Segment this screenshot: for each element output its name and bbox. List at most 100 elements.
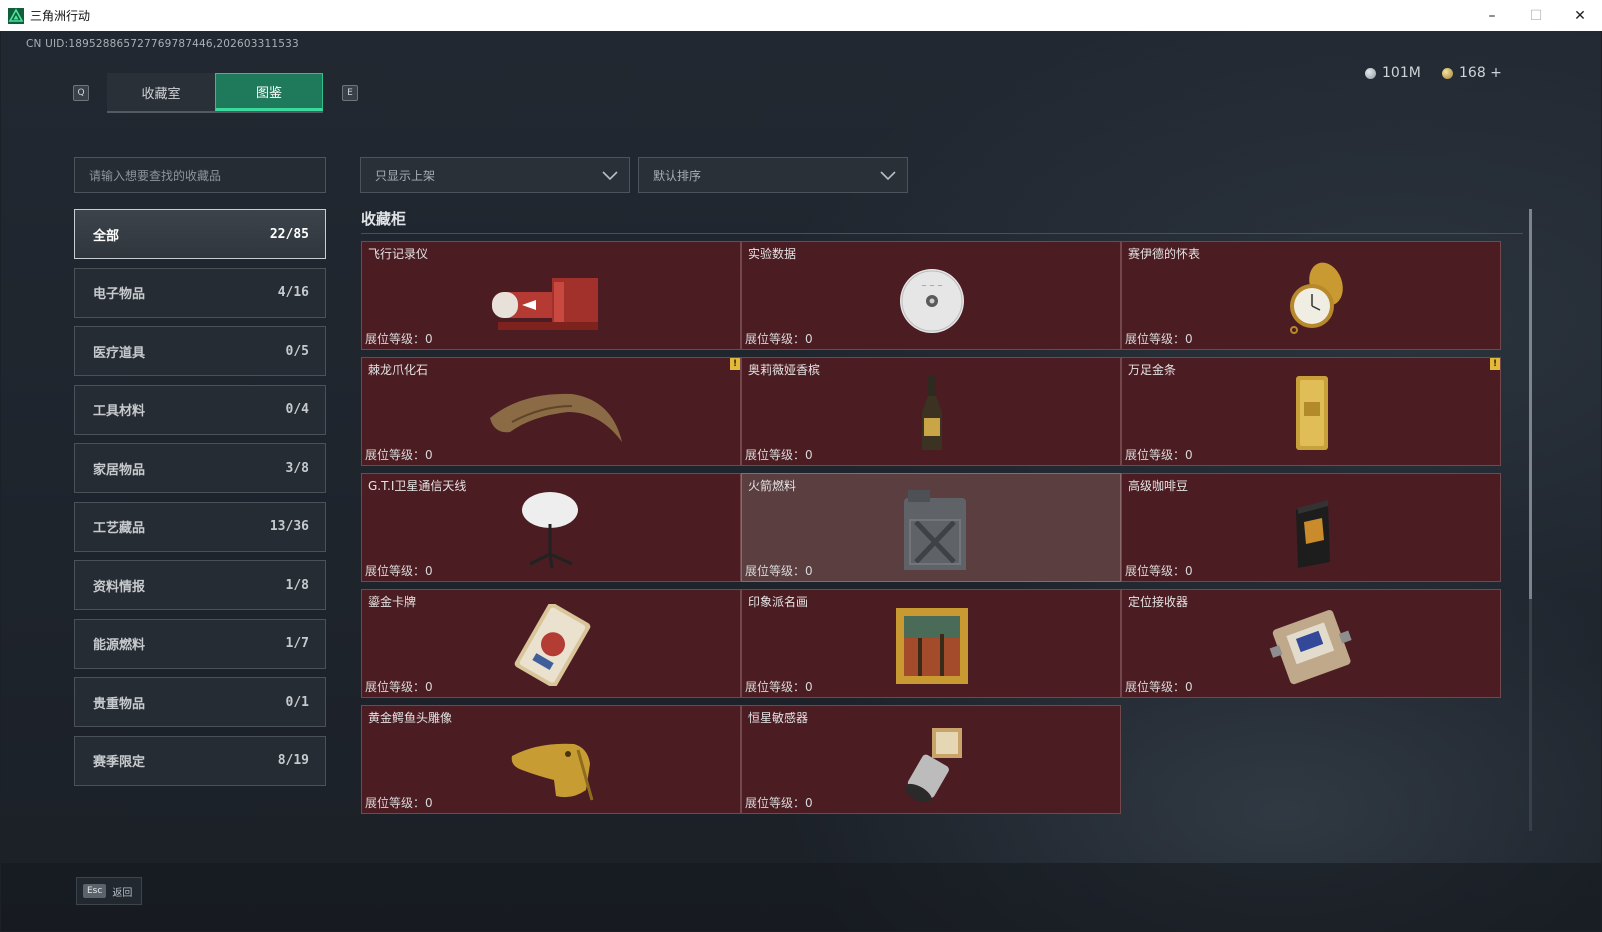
- item-name: 定位接收器: [1128, 595, 1189, 609]
- app-logo-icon: [8, 7, 24, 24]
- gold-coin-icon: [1442, 67, 1453, 79]
- gold-currency[interactable]: 168 +: [1442, 65, 1502, 81]
- booth-level: 展位等级：0: [745, 680, 813, 694]
- gold-amount: 168 +: [1459, 65, 1502, 81]
- window-titlebar: 三角洲行动 – ☐ ✕: [0, 0, 1602, 31]
- booth-level: 展位等级：0: [365, 680, 433, 694]
- flight-recorder-icon: [492, 278, 598, 330]
- item-card[interactable]: 飞行记录仪 展位等级：0: [361, 241, 741, 350]
- item-card[interactable]: 实验数据 ~ ~ ~ 展位等级：0: [741, 241, 1121, 350]
- back-button[interactable]: Esc 返回: [76, 877, 142, 905]
- booth-level: 展位等级：0: [1125, 332, 1193, 346]
- item-card[interactable]: 高级咖啡豆 展位等级：0: [1121, 473, 1501, 582]
- item-name: 恒星敏感器: [748, 711, 809, 725]
- item-name: G.T.I卫星通信天线: [368, 479, 467, 493]
- item-name: 黄金鳄鱼头雕像: [368, 711, 453, 725]
- booth-level: 展位等级：0: [745, 796, 813, 810]
- satellite-antenna-icon: [522, 492, 578, 569]
- booth-level: 展位等级：0: [745, 448, 813, 462]
- display-filter-value: 只显示上架: [375, 168, 436, 183]
- booth-level: 展位等级：0: [365, 796, 433, 810]
- item-name: 高级咖啡豆: [1128, 479, 1189, 493]
- category-energy[interactable]: 能源燃料 1/7: [74, 618, 326, 669]
- item-name: 棘龙爪化石: [368, 363, 429, 377]
- booth-level: 展位等级：0: [745, 332, 813, 346]
- category-label: 贵重物品: [93, 696, 146, 712]
- category-crafts[interactable]: 工艺藏品 13/36: [74, 501, 326, 552]
- category-tools[interactable]: 工具材料 0/4: [74, 384, 326, 435]
- category-count: 4/16: [277, 285, 309, 300]
- grid-scrollbar[interactable]: [1529, 209, 1532, 831]
- category-count: 1/8: [285, 577, 309, 593]
- tab-prev-key-hint[interactable]: Q: [73, 85, 89, 101]
- item-name: 飞行记录仪: [368, 247, 429, 261]
- minimize-button[interactable]: –: [1470, 0, 1514, 31]
- category-season[interactable]: 赛季限定 8/19: [74, 735, 326, 786]
- category-label: 家居物品: [93, 462, 146, 478]
- alert-badge: !: [730, 358, 740, 370]
- tab-next-key-hint[interactable]: E: [342, 85, 358, 101]
- category-count: 1/7: [285, 636, 309, 651]
- item-name: 赛伊德的怀表: [1128, 247, 1201, 261]
- disc-icon: ~ ~ ~: [900, 269, 964, 333]
- category-count: 22/85: [269, 226, 309, 242]
- item-card[interactable]: 印象派名画 展位等级：0: [741, 589, 1121, 698]
- category-all[interactable]: 全部 22/85: [74, 209, 326, 259]
- category-household[interactable]: 家居物品 3/8: [74, 443, 326, 493]
- item-card[interactable]: 赛伊德的怀表 展位等级：0: [1121, 241, 1501, 350]
- category-label: 赛季限定: [93, 755, 146, 770]
- receiver-icon: [1269, 609, 1352, 685]
- display-filter-dropdown[interactable]: 只显示上架: [360, 157, 630, 193]
- painting-icon: [896, 608, 968, 684]
- category-intel[interactable]: 资料情报 1/8: [74, 560, 326, 610]
- category-label: 能源燃料: [93, 638, 146, 653]
- item-card[interactable]: 万足金条 ! 展位等级：0: [1121, 357, 1501, 466]
- item-name: 印象派名画: [748, 595, 809, 609]
- uid-text: CN UID:1895288657277697874​46,2026033115…: [26, 38, 299, 50]
- item-card[interactable]: 火箭燃料 展位等级：0: [741, 473, 1121, 582]
- tab-bar: 收藏室 图鉴: [107, 73, 323, 113]
- window-title: 三角洲行动: [30, 9, 91, 23]
- close-button[interactable]: ✕: [1558, 0, 1602, 31]
- category-valuables[interactable]: 贵重物品 0/1: [74, 677, 326, 727]
- chevron-down-icon: [602, 171, 618, 181]
- category-label: 医疗道具: [93, 345, 146, 361]
- booth-level: 展位等级：0: [745, 564, 813, 578]
- croc-statue-icon: [511, 743, 594, 801]
- item-name: 鎏金卡牌: [368, 595, 417, 609]
- booth-level: 展位等级：0: [1125, 564, 1193, 578]
- item-card[interactable]: 恒星敏感器 展位等级：0: [741, 705, 1121, 814]
- back-label: 返回: [112, 887, 133, 899]
- category-label: 电子物品: [93, 287, 146, 302]
- svg-text:~ ~ ~: ~ ~ ~: [921, 282, 943, 290]
- champagne-icon: [922, 376, 942, 450]
- item-name: 火箭燃料: [748, 479, 797, 493]
- claw-fossil-icon: [490, 393, 622, 442]
- category-label: 工具材料: [93, 404, 146, 419]
- sort-value: 默认排序: [653, 168, 702, 183]
- maximize-button[interactable]: ☐: [1514, 0, 1558, 31]
- item-card[interactable]: 定位接收器 展位等级：0: [1121, 589, 1501, 698]
- item-card[interactable]: 鎏金卡牌 展位等级：0: [361, 589, 741, 698]
- star-sensor-icon: [904, 728, 962, 802]
- item-card[interactable]: 棘龙爪化石 ! 展位等级：0: [361, 357, 741, 466]
- search-input[interactable]: 请输入想要查找的收藏品: [74, 157, 326, 193]
- game-area: CN UID:1895288657277697874​46,2026033115…: [1, 31, 1601, 931]
- item-name: 奥莉薇娅香槟: [748, 363, 821, 377]
- category-medical[interactable]: 医疗道具 0/5: [74, 326, 326, 376]
- tab-collection-room[interactable]: 收藏室: [107, 73, 215, 111]
- booth-level: 展位等级：0: [365, 332, 433, 346]
- booth-level: 展位等级：0: [365, 564, 433, 578]
- category-electronics[interactable]: 电子物品 4/16: [74, 267, 326, 318]
- category-count: 0/5: [285, 343, 309, 359]
- scrollbar-thumb[interactable]: [1529, 209, 1532, 599]
- tab-catalog[interactable]: 图鉴: [215, 73, 323, 111]
- sort-dropdown[interactable]: 默认排序: [638, 157, 908, 193]
- fuel-can-icon: [904, 490, 966, 570]
- gold-bar-icon: [1296, 376, 1328, 450]
- silver-amount: 101M: [1382, 65, 1421, 81]
- category-label: 全部: [93, 228, 120, 244]
- item-card[interactable]: G.T.I卫星通信天线 展位等级：0: [361, 473, 741, 582]
- item-card[interactable]: 奥莉薇娅香槟 展位等级：0: [741, 357, 1121, 466]
- item-card[interactable]: 黄金鳄鱼头雕像 展位等级：0: [361, 705, 741, 814]
